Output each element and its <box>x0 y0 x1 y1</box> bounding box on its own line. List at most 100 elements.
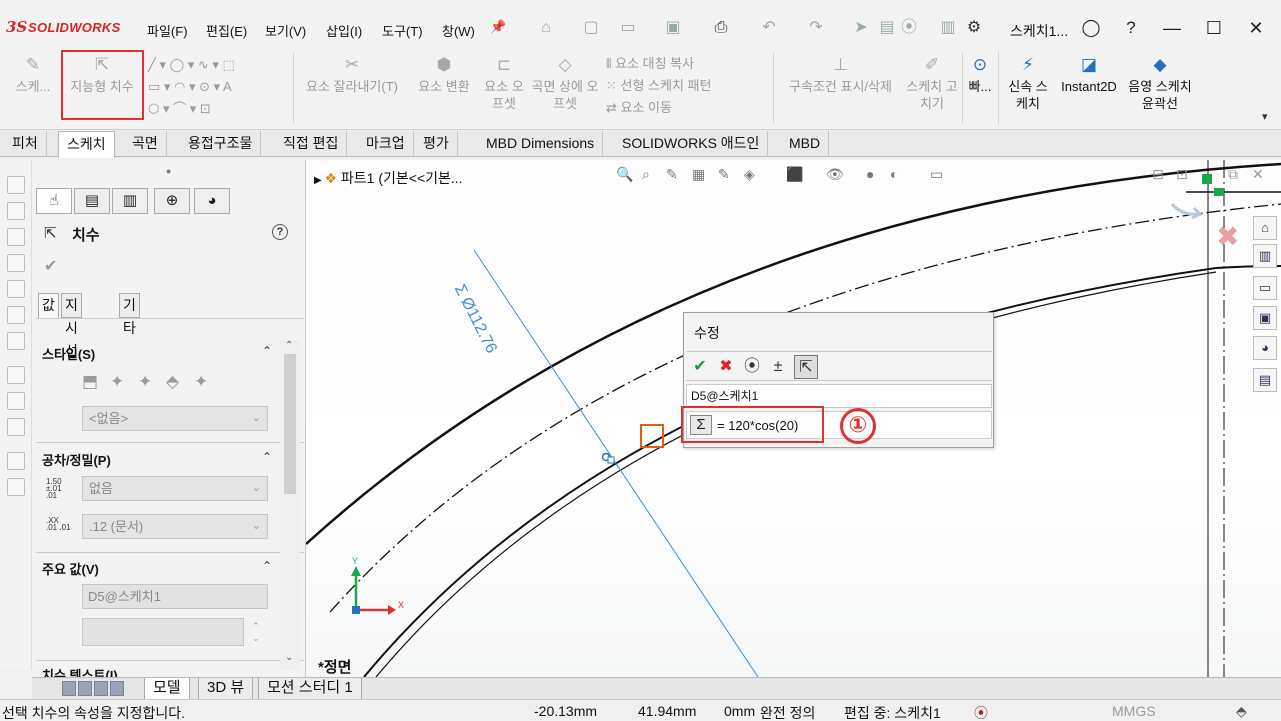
precision-select[interactable]: .12 (문서) ⌄ <box>82 514 268 539</box>
print-icon[interactable]: ⎙ <box>710 17 732 39</box>
scroll-thumb[interactable] <box>284 354 296 494</box>
view-icon[interactable] <box>7 280 25 298</box>
menu-view[interactable]: 보기(V) <box>265 21 306 40</box>
style-select[interactable]: <없음> ⌄ <box>82 406 268 431</box>
tab-evaluate[interactable]: 평가 <box>415 131 458 157</box>
zoom-to-fit-icon[interactable]: 🔍 <box>616 166 633 183</box>
reverse-dimension-icon[interactable]: ± <box>766 355 790 379</box>
dimension-text-group-title[interactable]: 치수 텍스트(I) <box>42 665 118 677</box>
expand-arrow-icon[interactable]: ▶ <box>314 175 324 186</box>
spin-arrows-icon[interactable]: ⌃ ⌄ <box>252 620 260 644</box>
previous-view-icon[interactable]: ✎ <box>666 166 678 183</box>
sketch-tool-icon[interactable] <box>7 452 25 470</box>
minimize-button[interactable]: — <box>1158 14 1186 42</box>
view-icon[interactable] <box>7 254 25 272</box>
close-window-icon[interactable]: ✕ <box>1252 166 1264 183</box>
tab-features[interactable]: 피처 <box>4 131 47 157</box>
add-style-icon[interactable]: ✦ <box>110 372 124 392</box>
display-delete-relations-button[interactable]: ⊥ 구속조건 표시/삭제 <box>778 54 903 95</box>
ok-check-icon[interactable]: ✔ <box>44 256 57 276</box>
repair-sketch-button[interactable]: ✐ 스케치 고치기 <box>906 54 958 112</box>
sketch-tools-grid[interactable]: ╱ ▾ ◯ ▾ ∿ ▾ ⬚ ▭ ▾ ◠ ▾ ⊙ ▾ A ⬡ ▾ ⌒ ▾ ⊡ <box>148 54 288 120</box>
mirror-entities-item[interactable]: ⫴ 요소 대칭 복사 <box>606 53 766 75</box>
tolerance-type-select[interactable]: 없음 ⌄ <box>82 476 268 501</box>
dimension-name-field[interactable]: D5@스케치1 <box>686 384 992 408</box>
tab-3d-view[interactable]: 3D 뷰 <box>198 678 254 700</box>
sketch-button[interactable]: ✎ 스케... <box>12 54 54 95</box>
view-settings-icon[interactable]: ▭ <box>930 166 943 183</box>
scroll-up-icon[interactable]: ⌃ <box>285 340 293 351</box>
convert-entities-button[interactable]: ⬢ 요소 변환 <box>408 54 480 95</box>
primary-value-field[interactable] <box>82 618 244 646</box>
collapse-chevron-icon[interactable]: ⌃ <box>262 450 272 464</box>
view-icon[interactable] <box>7 332 25 350</box>
view-icon[interactable] <box>7 176 25 194</box>
menu-edit[interactable]: 편집(E) <box>206 21 247 40</box>
edit-appearance-icon[interactable]: ● <box>866 166 874 182</box>
offset-entities-button[interactable]: ⊏ 요소 오프셋 <box>480 54 528 112</box>
tolerance-group-title[interactable]: 공차/정밀(P) <box>42 450 111 469</box>
primary-value-group-title[interactable]: 주요 값(V) <box>42 559 99 578</box>
user-account-icon[interactable]: ◯ <box>1077 14 1105 42</box>
view-palette-icon[interactable]: ▣ <box>1253 306 1277 330</box>
tab-value[interactable]: 값 <box>38 293 59 318</box>
tab-surfaces[interactable]: 곡면 <box>124 131 167 157</box>
tab-model[interactable]: 모델 <box>144 678 190 700</box>
units-selector[interactable]: MMGS <box>1112 703 1156 719</box>
rebuild-icon[interactable]: ▤ <box>876 17 898 39</box>
offset-on-surface-button[interactable]: ◇ 곡면 상에 오프셋 <box>530 54 600 112</box>
rapid-sketch-button[interactable]: ⚡ 신속 스케치 <box>1004 54 1052 112</box>
next-tab-icon[interactable] <box>94 681 108 696</box>
sketch-tool-icon[interactable] <box>7 392 25 410</box>
menu-window[interactable]: 창(W) <box>442 21 475 40</box>
ok-check-icon[interactable]: ✔ <box>688 355 712 379</box>
instant2d-button[interactable]: ◪ Instant2D <box>1056 54 1122 95</box>
first-tab-icon[interactable] <box>62 681 76 696</box>
rebuild-status-icon[interactable]: ⦿ <box>974 703 988 721</box>
tab-weldments[interactable]: 용접구조물 <box>180 131 262 157</box>
scroll-down-icon[interactable]: ⌄ <box>285 652 293 663</box>
property-manager-tab-icon[interactable]: ▤ <box>74 188 110 214</box>
section-view-icon[interactable]: ▦ <box>692 166 705 183</box>
ribbon-expand-chevron-icon[interactable]: ▾ <box>1262 110 1268 123</box>
update-style-icon[interactable]: ✦ <box>138 372 152 392</box>
tab-mbd[interactable]: MBD <box>781 131 830 157</box>
load-style-icon[interactable]: ✦ <box>194 372 208 392</box>
tab-sketch[interactable]: 스케치 <box>58 131 115 158</box>
pm-scrollbar[interactable]: ⌃ ⌄ <box>280 340 300 670</box>
pin-menu-icon[interactable]: 📌 <box>490 19 506 35</box>
display-manager-tab-icon[interactable]: ◕ <box>194 188 230 214</box>
display-style-icon[interactable]: ⬛ <box>786 166 803 183</box>
solidworks-logo[interactable]: 3S SOLIDWORKS <box>6 18 126 38</box>
view-icon[interactable] <box>7 306 25 324</box>
menu-insert[interactable]: 삽입(I) <box>326 21 362 40</box>
cancel-x-icon[interactable]: ✖ <box>714 355 738 379</box>
appearances-icon[interactable]: ◕ <box>1253 336 1277 360</box>
sketch-tool-icon[interactable] <box>7 366 25 384</box>
new-document-icon[interactable]: ▢ <box>580 17 602 39</box>
maximize-button[interactable]: ☐ <box>1200 14 1228 42</box>
prev-tab-icon[interactable] <box>78 681 92 696</box>
style-group-title[interactable]: 스타일(S) <box>42 344 95 363</box>
tab-mbd-dimensions[interactable]: MBD Dimensions <box>478 131 604 157</box>
dynamic-annotation-icon[interactable]: ✎ <box>718 166 730 183</box>
tab-motion-study[interactable]: 모션 스터디 1 <box>258 678 362 700</box>
collapse-chevron-icon[interactable]: ⌃ <box>262 344 272 358</box>
breadcrumb[interactable]: ▶ ❖ 파트1 (기본<<기본... <box>314 168 463 188</box>
options-gear-icon[interactable]: ⚙ <box>963 17 985 39</box>
view-icon[interactable] <box>7 202 25 220</box>
undo-icon[interactable]: ↶ <box>758 17 780 39</box>
view-orientation-icon[interactable]: ◈ <box>744 166 755 183</box>
tab-leaders[interactable]: 지시선 <box>61 293 82 359</box>
close-button[interactable]: ✕ <box>1242 14 1270 42</box>
quick-snaps-button[interactable]: ⊙ 빠... <box>964 54 996 95</box>
tab-direct-editing[interactable]: 직접 편집 <box>275 131 348 157</box>
primary-name-field[interactable]: D5@스케치1 <box>82 584 268 609</box>
traffic-light-icon[interactable]: ⦿ <box>898 17 920 39</box>
tab-solidworks-addins[interactable]: SOLIDWORKS 애드인 <box>614 131 769 157</box>
mirror-pattern-move-group[interactable]: ⫴ 요소 대칭 복사 ⁙ 선형 스케치 패턴 ⇄ 요소 이동 <box>606 53 766 119</box>
panel-grip-icon[interactable]: ● <box>166 166 171 176</box>
tab-other[interactable]: 기타 <box>119 293 140 336</box>
rebuild-traffic-light-icon[interactable]: ⦿ <box>740 355 764 379</box>
menu-tools[interactable]: 도구(T) <box>382 21 423 40</box>
